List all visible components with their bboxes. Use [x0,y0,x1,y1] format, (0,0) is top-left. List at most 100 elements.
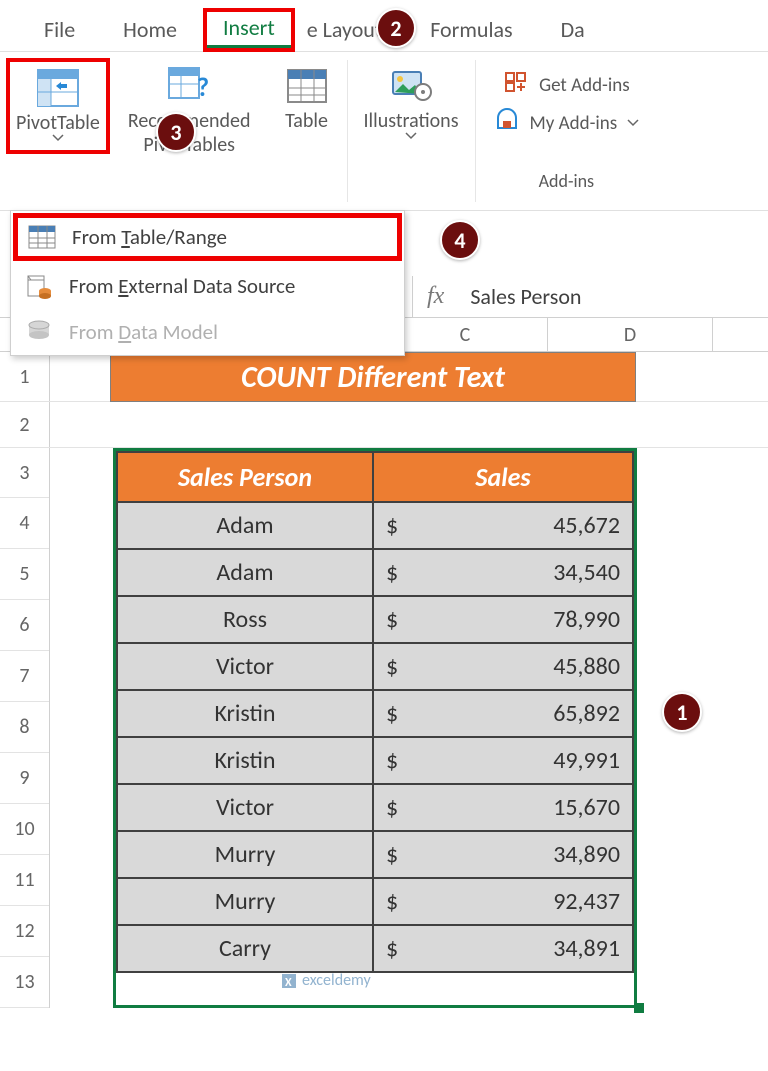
from-external-data-item[interactable]: From External Data Source [11,263,404,309]
row-header[interactable]: 12 [0,906,49,957]
data-table-selection[interactable]: Sales Person Sales Adam$45,672Adam$34,54… [113,448,637,1008]
illustrations-label: Illustrations [364,110,459,132]
cell-sales[interactable]: $65,892 [373,690,633,737]
pivottable-highlight: PivotTable [6,58,110,154]
row-header[interactable]: 3 [0,448,49,498]
pivottable-label: PivotTable [16,112,100,134]
table-row[interactable]: Adam$45,672 [117,502,633,549]
cell-salesperson[interactable]: Murry [117,831,373,878]
row-header[interactable]: 9 [0,753,49,804]
cell-salesperson[interactable]: Carry [117,925,373,972]
group-tables-pivot: PivotTable [6,60,112,202]
row-header[interactable]: 1 [0,352,50,401]
table-row[interactable]: Victor$15,670 [117,784,633,831]
cell-sales[interactable]: $92,437 [373,878,633,925]
from-data-model-label: From Data Model [69,319,218,345]
table-row[interactable]: Murry$34,890 [117,831,633,878]
cell-salesperson[interactable]: Ross [117,596,373,643]
cell-sales[interactable]: $45,672 [373,502,633,549]
chevron-down-icon [52,134,64,142]
row-header[interactable]: 10 [0,804,49,855]
table-header-salesperson[interactable]: Sales Person [117,452,373,502]
table-range-icon [28,224,56,250]
table-row[interactable]: Ross$78,990 [117,596,633,643]
table-row[interactable]: Victor$45,880 [117,643,633,690]
table-row[interactable]: Adam$34,540 [117,549,633,596]
cell-sales[interactable]: $15,670 [373,784,633,831]
get-addins-button[interactable]: Get Add-ins [503,66,630,104]
row-header[interactable]: 5 [0,549,49,600]
fx-button[interactable]: fx [412,276,458,317]
pivottable-dropdown: From Table/Range From External Data Sour… [10,210,405,356]
from-table-range-item[interactable]: From Table/Range [13,213,402,261]
cell-salesperson[interactable]: Kristin [117,737,373,784]
pivottable-icon [34,66,82,110]
cell-sales[interactable]: $45,880 [373,643,633,690]
pivottable-button[interactable]: PivotTable [10,62,106,146]
tab-insert[interactable]: Insert [207,12,291,43]
cell-sales[interactable]: $34,891 [373,925,633,972]
tab-active-underline [207,45,291,48]
table-header-sales[interactable]: Sales [373,452,633,502]
from-table-range-label: From Table/Range [72,224,227,250]
cell-salesperson[interactable]: Victor [117,643,373,690]
tab-formulas[interactable]: Formulas [406,10,536,49]
cell-sales[interactable]: $34,540 [373,549,633,596]
my-addins-icon [494,108,520,138]
row-header[interactable]: 7 [0,651,49,702]
cell-sales[interactable]: $78,990 [373,596,633,643]
tab-data-partial[interactable]: Da [537,10,585,49]
cell-salesperson[interactable]: Adam [117,549,373,596]
illustrations-icon [387,64,435,108]
formula-value[interactable]: Sales Person [458,283,593,310]
chevron-down-icon [405,132,417,140]
table-label: Table [285,110,328,132]
tab-home[interactable]: Home [99,10,201,49]
table-button[interactable]: Table [277,60,337,136]
group-tables-table: Table [267,60,348,202]
svg-text:?: ? [197,71,209,103]
chevron-down-icon [627,119,639,127]
external-data-icon [25,273,53,299]
row-header[interactable]: 2 [0,402,50,447]
table-row[interactable]: Kristin$65,892 [117,690,633,737]
row-header[interactable]: 13 [0,957,49,1008]
tab-insert-highlight: Insert [203,8,295,52]
annotation-badge-4: 4 [440,220,480,260]
group-illustrations: Illustrations [348,60,476,202]
my-addins-button[interactable]: My Add-ins [494,104,640,142]
svg-text:X: X [285,976,292,990]
col-header-d[interactable]: D [548,318,713,351]
annotation-badge-2: 2 [376,8,416,48]
cell-sales[interactable]: $34,890 [373,831,633,878]
group-addins: Get Add-ins My Add-ins Add-ins [476,60,658,202]
table-row[interactable]: Kristin$49,991 [117,737,633,784]
col-header-c[interactable]: C [383,318,548,351]
tab-file[interactable]: File [20,10,99,49]
row-header[interactable]: 6 [0,600,49,651]
annotation-badge-1: 1 [662,692,702,732]
illustrations-button[interactable]: Illustrations [358,60,465,144]
get-addins-icon [503,70,529,100]
cell-sales[interactable]: $49,991 [373,737,633,784]
row-header[interactable]: 11 [0,855,49,906]
my-addins-label: My Add-ins [530,112,618,135]
ribbon-body: PivotTable ? Recommended PivotTables Tab… [0,52,768,211]
row-gutter-table: 3 4 5 6 7 8 9 10 11 12 13 [0,448,50,1008]
row-header[interactable]: 8 [0,702,49,753]
table-row[interactable]: Murry$92,437 [117,878,633,925]
cell-salesperson[interactable]: Victor [117,784,373,831]
table-row[interactable]: Carry$34,891 [117,925,633,972]
cell-salesperson[interactable]: Adam [117,502,373,549]
selection-fill-handle[interactable] [634,1003,644,1013]
cell-salesperson[interactable]: Kristin [117,690,373,737]
cell-salesperson[interactable]: Murry [117,878,373,925]
watermark: X exceldemy [280,971,371,990]
data-model-icon [25,319,53,345]
row-header[interactable]: 4 [0,498,49,549]
get-addins-label: Get Add-ins [539,74,630,97]
title-banner: COUNT Different Text [110,352,636,402]
table-icon [283,64,331,108]
worksheet-grid: 1 COUNT Different Text 2 [0,352,768,448]
annotation-badge-3: 3 [156,112,196,152]
